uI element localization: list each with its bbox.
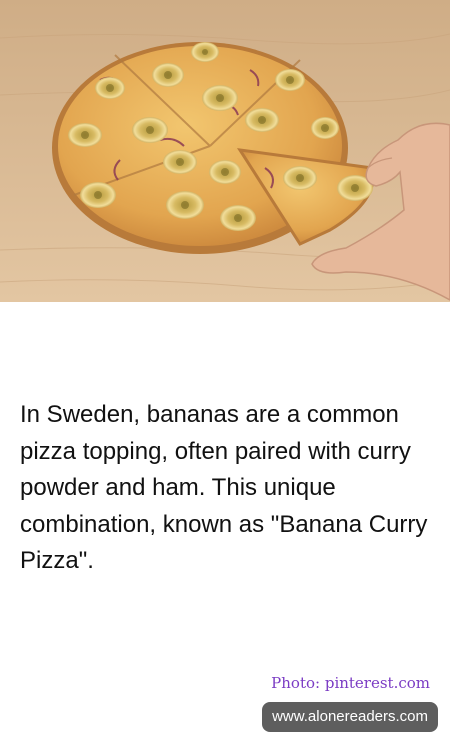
photo-credit: Photo: pinterest.com — [271, 674, 430, 692]
pizza-photo — [0, 0, 450, 302]
banana-curry-pizza-illustration — [0, 0, 450, 302]
site-badge[interactable]: www.alonereaders.com — [262, 702, 438, 732]
caption-text: In Sweden, bananas are a common pizza to… — [20, 401, 428, 574]
